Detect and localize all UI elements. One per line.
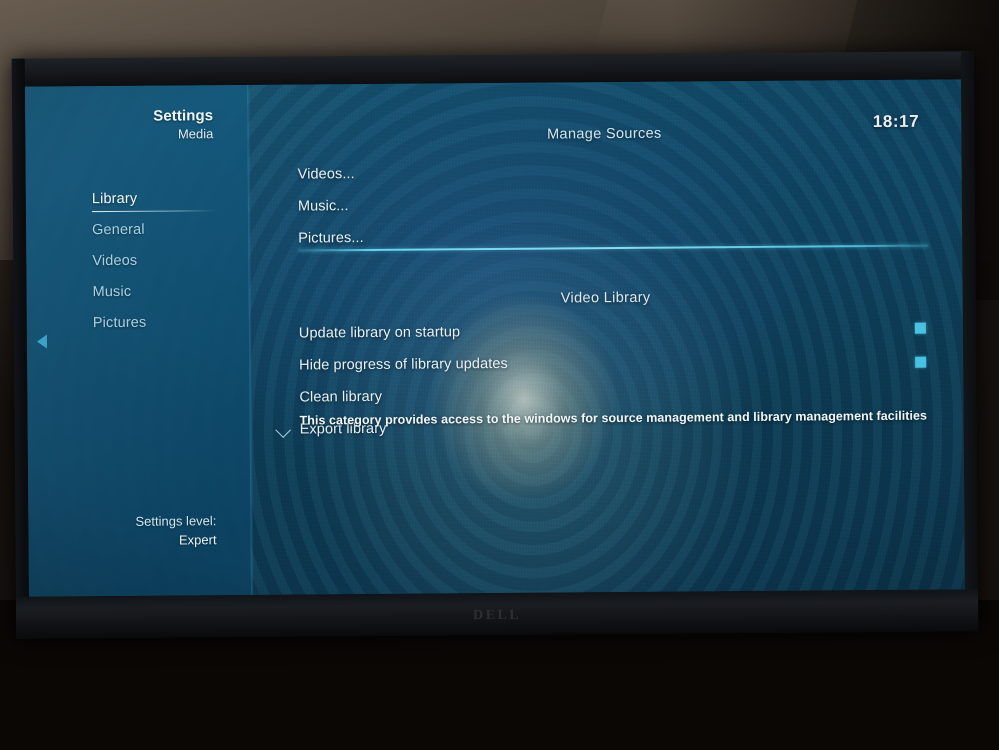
sidebar-item-label: General — [92, 221, 145, 239]
group-heading-manage-sources: Manage Sources — [547, 125, 662, 143]
settings-header: Settings Media — [25, 107, 213, 143]
setting-row-hide-progress[interactable]: Hide progress of library updates — [299, 348, 949, 377]
setting-label: Music... — [297, 198, 349, 215]
left-arrow-icon[interactable] — [36, 334, 48, 349]
settings-content: 18:17 Manage Sources Videos... Music... … — [247, 79, 965, 595]
sidebar-item-music[interactable]: Music — [26, 276, 248, 309]
setting-row-update-library-on-startup[interactable]: Update library on startup — [299, 316, 949, 345]
setting-label: Pictures... — [298, 230, 364, 247]
sidebar-item-general[interactable]: General — [26, 214, 248, 247]
checkbox-hide-progress[interactable] — [915, 356, 927, 368]
setting-row-clean-library[interactable]: Clean library — [299, 380, 949, 409]
sidebar-item-videos[interactable]: Videos — [26, 245, 248, 278]
settings-level-value: Expert — [178, 532, 217, 548]
sidebar-item-pictures[interactable]: Pictures — [27, 307, 249, 340]
setting-label: Clean library — [299, 388, 383, 406]
dell-logo: DELL — [473, 607, 522, 624]
checkbox-update-library-on-startup[interactable] — [914, 322, 926, 334]
bezel-bottom: DELL — [15, 589, 979, 639]
setting-label: Update library on startup — [298, 324, 461, 342]
sidebar-item-label: Library — [91, 190, 138, 208]
setting-row-videos[interactable]: Videos... — [298, 157, 948, 186]
setting-row-music[interactable]: Music... — [298, 189, 948, 218]
settings-sidebar: Settings Media Library General Videos Mu… — [24, 84, 251, 597]
category-list: Library General Videos Music Pictures — [26, 183, 249, 340]
chevron-down-icon — [275, 422, 291, 438]
sidebar-item-label: Pictures — [92, 314, 147, 332]
sidebar-item-library[interactable]: Library — [26, 183, 248, 216]
monitor: DELL Settings Media Library General Vide… — [11, 51, 979, 639]
sidebar-item-label: Videos — [92, 252, 138, 270]
page-subtitle: Media — [177, 126, 214, 142]
setting-label: Hide progress of library updates — [299, 355, 508, 374]
settings-level-label: Settings level: — [135, 513, 217, 529]
photo-scene: DELL Settings Media Library General Vide… — [0, 0, 999, 750]
sidebar-item-label: Music — [92, 283, 132, 301]
settings-level-indicator[interactable]: Settings level: Expert — [28, 511, 216, 550]
page-title: Settings — [153, 107, 214, 125]
selection-underline — [91, 209, 216, 213]
setting-label: Videos... — [297, 166, 355, 183]
group-heading-video-library: Video Library — [560, 289, 651, 307]
kodi-settings-screen: Settings Media Library General Videos Mu… — [24, 79, 965, 597]
